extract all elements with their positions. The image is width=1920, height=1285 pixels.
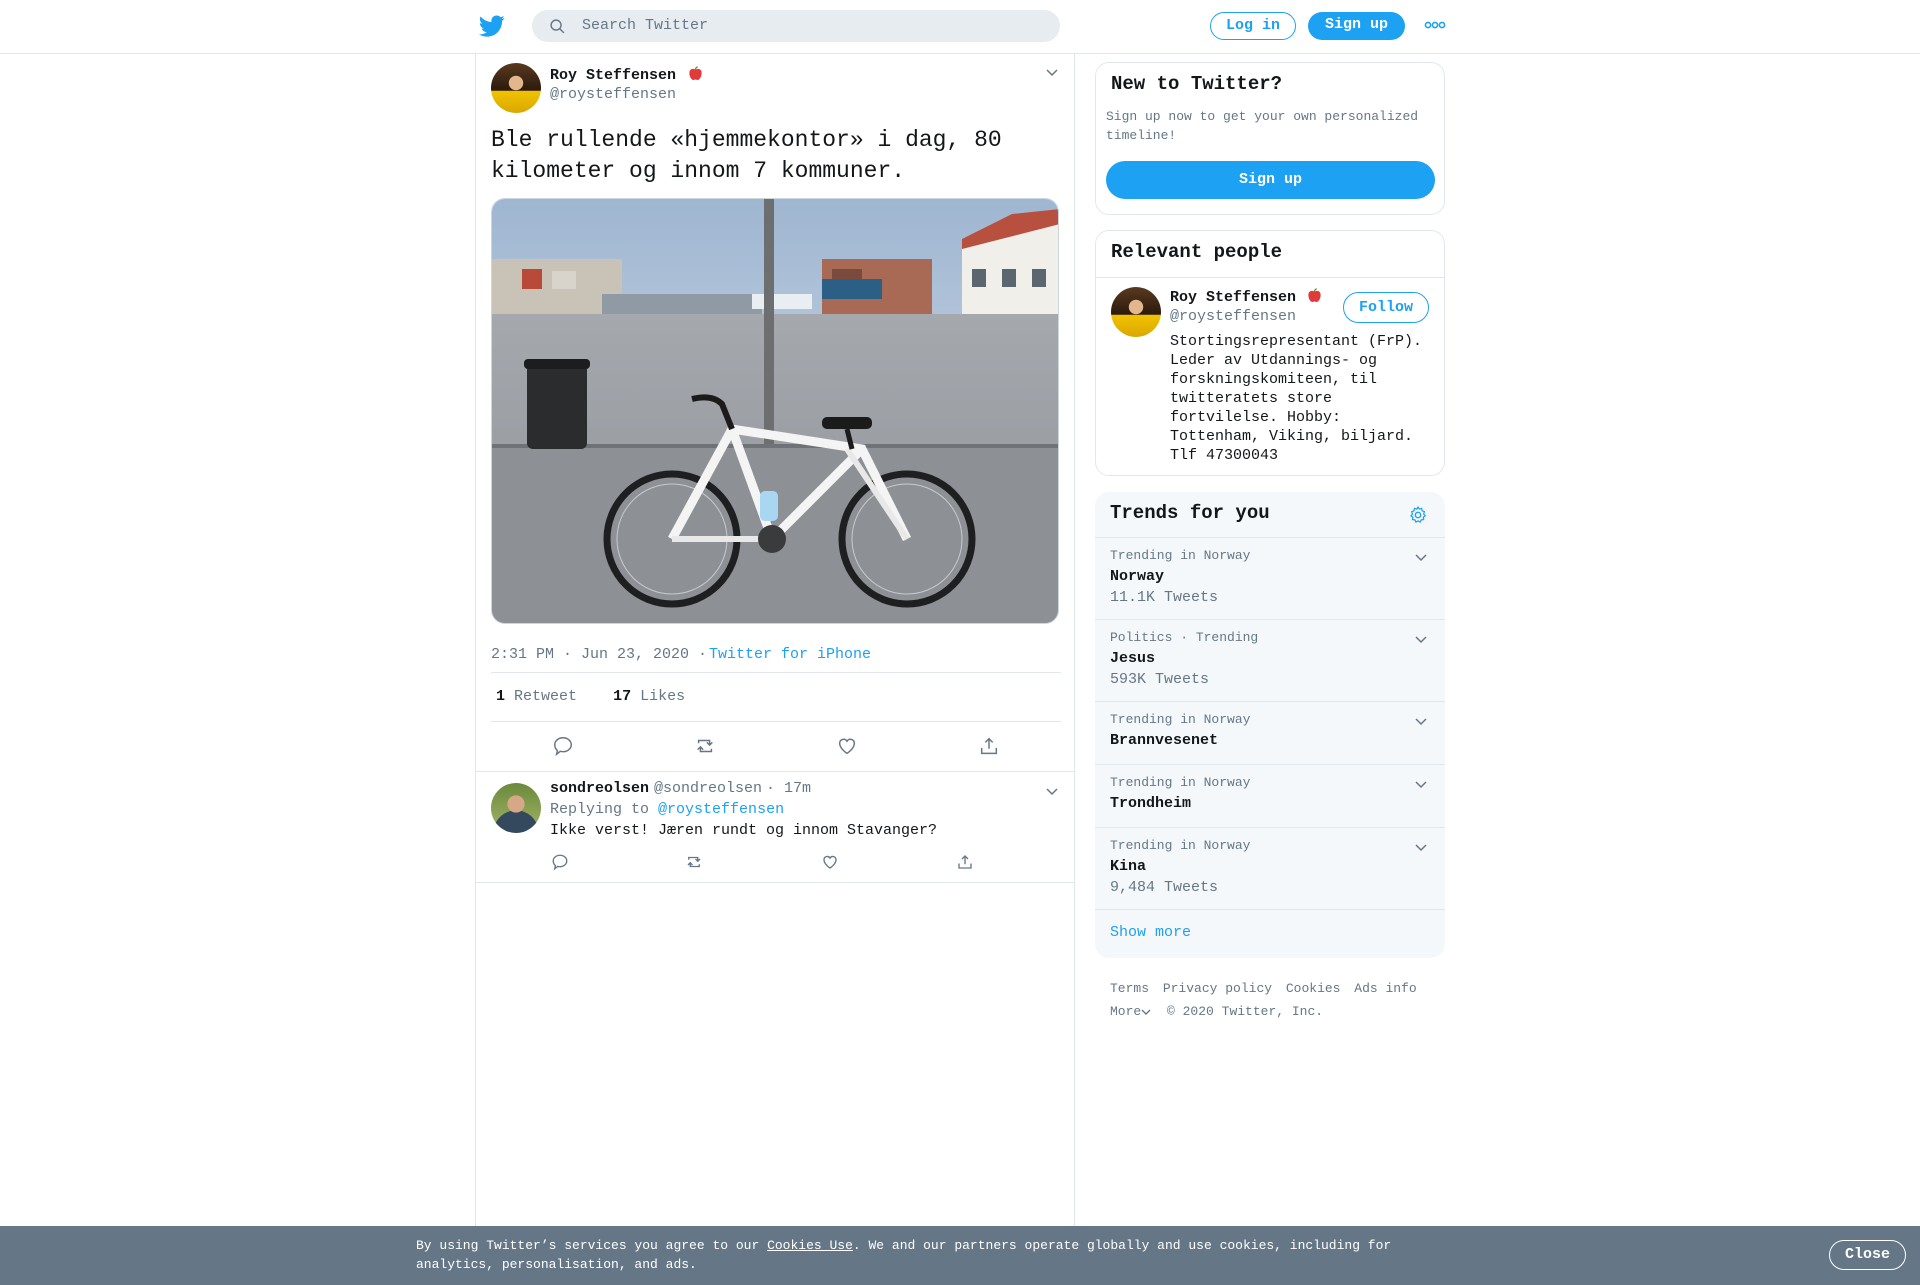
apple-emoji-icon [689, 66, 702, 80]
reply-author-name[interactable]: sondreolsen [550, 780, 649, 797]
reply-icon[interactable] [552, 735, 574, 757]
author-name[interactable]: Roy Steffensen [550, 67, 676, 84]
avatar[interactable] [1111, 287, 1161, 337]
divider [476, 882, 1074, 883]
trends-card: Trends for you Trending in Norway Norway… [1095, 492, 1445, 958]
close-button[interactable]: Close [1829, 1240, 1906, 1270]
footer-link-ads[interactable]: Ads info [1354, 981, 1416, 996]
like-heart-icon[interactable] [836, 735, 858, 757]
trend-item[interactable]: Trending in Norway Norway 11.1K Tweets [1095, 537, 1445, 619]
card-title: Trends for you [1110, 502, 1270, 524]
replying-to: Replying to @roysteffensen [550, 801, 784, 818]
author-handle[interactable]: @roysteffensen [550, 86, 676, 103]
person-name[interactable]: Roy Steffensen [1170, 289, 1296, 306]
signup-button[interactable]: Sign up [1308, 12, 1405, 40]
cookies-use-link[interactable]: Cookies Use [767, 1238, 853, 1253]
chevron-down-icon[interactable] [1046, 69, 1058, 77]
trend-count: 11.1K Tweets [1110, 589, 1219, 606]
cookie-banner: By using Twitter’s services you agree to… [0, 1226, 1920, 1285]
avatar[interactable] [491, 63, 541, 113]
share-icon[interactable] [978, 735, 1000, 757]
reply-text: Ikke verst! Jæren rundt og innom Stavang… [550, 822, 938, 839]
replying-to-link[interactable]: @roysteffensen [658, 801, 784, 818]
reply-author-handle[interactable]: @sondreolsen [654, 780, 762, 797]
trend-count: 9,484 Tweets [1110, 879, 1219, 896]
trend-meta: Politics · Trending [1110, 630, 1259, 645]
card-title: New to Twitter? [1111, 73, 1283, 95]
retweet-icon[interactable] [685, 853, 703, 871]
share-icon[interactable] [956, 853, 974, 871]
more-dots-icon[interactable] [1424, 20, 1446, 30]
search-icon [550, 19, 565, 34]
chevron-down-icon[interactable] [1046, 788, 1058, 796]
search-bar[interactable]: Search Twitter [532, 10, 1060, 42]
retweet-icon[interactable] [694, 735, 716, 757]
footer-link-privacy[interactable]: Privacy policy [1163, 981, 1272, 996]
chevron-down-icon[interactable] [1141, 1008, 1151, 1016]
follow-button[interactable]: Follow [1343, 292, 1429, 323]
tweet-text: Ble rullende «hjemmekontor» i dag, 80 ki… [491, 127, 1002, 184]
trend-name[interactable]: Norway [1110, 568, 1164, 585]
footer-links: Terms Privacy policy Cookies Ads info Mo… [1110, 977, 1423, 1023]
trend-item[interactable]: Trending in Norway Trondheim [1095, 764, 1445, 827]
divider [476, 771, 1074, 772]
new-to-twitter-card: New to Twitter? Sign up now to get your … [1095, 62, 1445, 215]
gear-icon[interactable] [1408, 505, 1428, 525]
card-subtitle: Sign up now to get your own personalized… [1106, 109, 1419, 143]
footer-link-terms[interactable]: Terms [1110, 981, 1149, 996]
relevant-people-card: Relevant people Roy Steffensen @roysteff… [1095, 230, 1445, 476]
like-heart-icon[interactable] [821, 853, 839, 871]
trend-name[interactable]: Trondheim [1110, 795, 1191, 812]
bicycle-photo [492, 199, 1058, 623]
twitter-bird-icon[interactable] [478, 13, 506, 39]
cookie-text: By using Twitter’s services you agree to… [416, 1236, 1416, 1274]
retweet-label[interactable]: Retweet [514, 688, 577, 705]
main-timeline: Roy Steffensen @roysteffensen Ble rullen… [475, 53, 1075, 1285]
tweet-source-link[interactable]: Twitter for iPhone [709, 646, 871, 663]
replying-prefix: Replying to [550, 801, 650, 818]
search-input[interactable]: Search Twitter [582, 17, 708, 34]
login-button[interactable]: Log in [1210, 12, 1296, 40]
top-bar: Search Twitter Log in Sign up [0, 0, 1920, 54]
trend-item[interactable]: Politics · Trending Jesus 593K Tweets [1095, 619, 1445, 701]
trend-count: 593K Tweets [1110, 671, 1210, 688]
retweet-count[interactable]: 1 [496, 688, 505, 705]
trend-name[interactable]: Brannvesenet [1110, 732, 1218, 749]
reply-avatar[interactable] [491, 783, 541, 833]
like-count[interactable]: 17 [613, 688, 631, 705]
trend-meta: Trending in Norway [1110, 775, 1251, 790]
person-handle[interactable]: @roysteffensen [1170, 308, 1296, 325]
divider [1096, 277, 1444, 278]
trend-meta: Trending in Norway [1110, 712, 1251, 727]
trend-name[interactable]: Kina [1110, 858, 1146, 875]
chevron-down-icon[interactable] [1415, 554, 1427, 562]
chevron-down-icon[interactable] [1415, 636, 1427, 644]
reply-icon[interactable] [551, 853, 569, 871]
divider [491, 672, 1061, 673]
sidebar-signup-button[interactable]: Sign up [1106, 161, 1435, 199]
tweet-photo[interactable] [491, 198, 1059, 624]
trend-item[interactable]: Trending in Norway Brannvesenet [1095, 701, 1445, 764]
tweet-timestamp[interactable]: 2:31 PM · Jun 23, 2020 · [491, 646, 707, 663]
trend-meta: Trending in Norway [1110, 838, 1251, 853]
reply-time[interactable]: · 17m [766, 780, 811, 797]
tweet-stats: 1 Retweet 17 Likes [496, 688, 685, 705]
card-title: Relevant people [1111, 241, 1283, 263]
chevron-down-icon[interactable] [1415, 781, 1427, 789]
trend-meta: Trending in Norway [1110, 548, 1251, 563]
footer-more-link[interactable]: More [1110, 1004, 1141, 1019]
footer-copyright: © 2020 Twitter, Inc. [1167, 1004, 1324, 1019]
like-label[interactable]: Likes [640, 688, 685, 705]
trend-name[interactable]: Jesus [1110, 650, 1155, 667]
chevron-down-icon[interactable] [1415, 844, 1427, 852]
apple-emoji-icon [1308, 288, 1321, 302]
show-more-link[interactable]: Show more [1110, 924, 1191, 941]
cookie-prefix: By using Twitter’s services you agree to… [416, 1238, 760, 1253]
divider [491, 721, 1061, 722]
person-bio: Stortingsrepresentant (FrP). Leder av Ut… [1170, 333, 1423, 464]
footer-link-cookies[interactable]: Cookies [1286, 981, 1341, 996]
chevron-down-icon[interactable] [1415, 718, 1427, 726]
trend-item[interactable]: Trending in Norway Kina 9,484 Tweets [1095, 827, 1445, 909]
